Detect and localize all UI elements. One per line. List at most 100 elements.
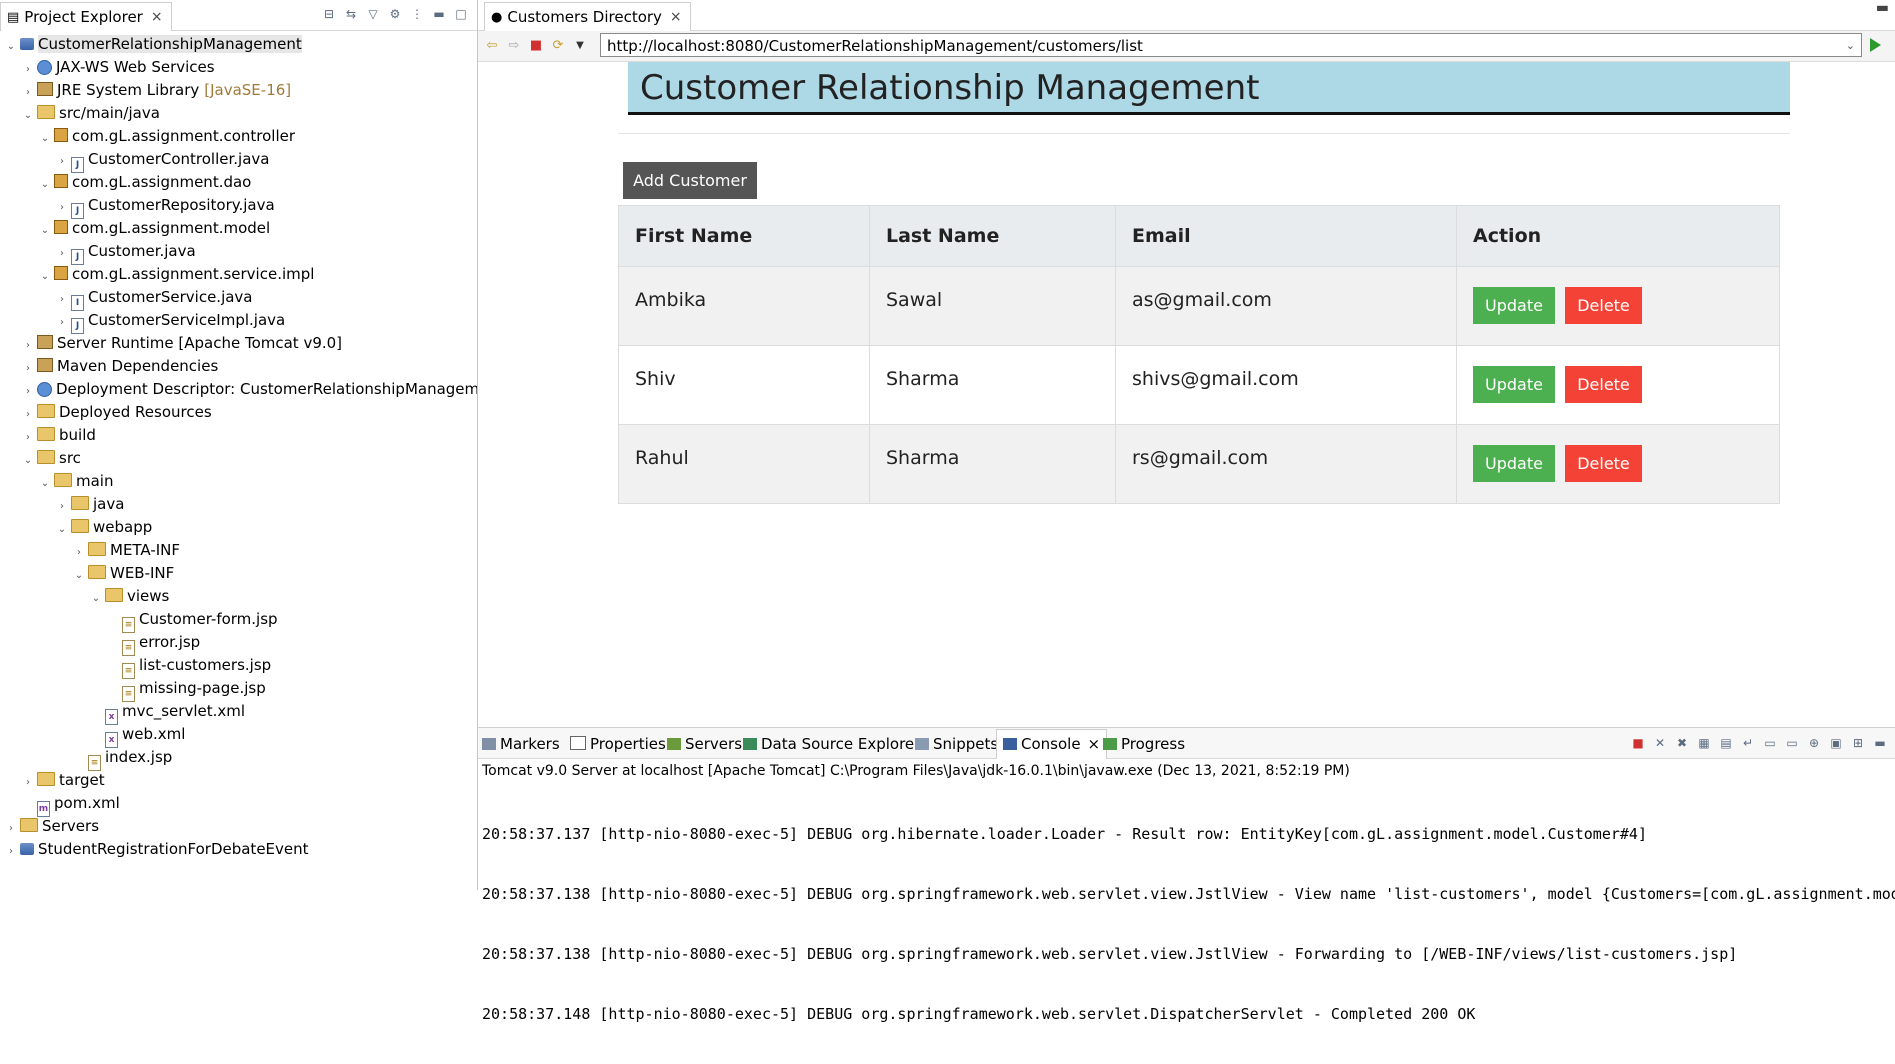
tab-data-source-explorer[interactable]: Data Source Explorer bbox=[743, 733, 920, 755]
chevron-down-icon[interactable]: ⌄ bbox=[72, 564, 86, 587]
chevron-right-icon[interactable]: › bbox=[4, 840, 18, 863]
delete-button[interactable]: Delete bbox=[1565, 445, 1642, 482]
tree-item[interactable]: › JRE System Library [JavaSE-16] bbox=[0, 79, 291, 102]
scroll-lock-icon[interactable]: ▤ bbox=[1717, 736, 1735, 750]
update-button[interactable]: Update bbox=[1473, 445, 1555, 482]
show-stderr-icon[interactable]: ▭ bbox=[1783, 736, 1801, 750]
chevron-down-icon[interactable]: ⌄ bbox=[38, 265, 52, 288]
remove-all-terminated-icon[interactable]: ✖ bbox=[1673, 736, 1691, 750]
tree-item[interactable]: ⌄ CustomerRelationshipManagement bbox=[0, 33, 302, 56]
open-console-icon[interactable]: ⊞ bbox=[1849, 736, 1867, 750]
tree-item[interactable]: › META-INF bbox=[0, 539, 180, 562]
tree-item[interactable]: ≡ list-customers.jsp bbox=[0, 654, 271, 679]
tree-item[interactable]: › Servers bbox=[0, 815, 99, 838]
chevron-down-icon[interactable]: ⌄ bbox=[89, 587, 103, 610]
maximize-icon[interactable]: □ bbox=[453, 6, 469, 22]
forward-icon[interactable]: ⇨ bbox=[506, 38, 522, 54]
tab-properties[interactable]: Properties bbox=[570, 733, 666, 755]
tree-item[interactable]: › Deployment Descriptor: CustomerRelation… bbox=[0, 378, 477, 401]
chevron-down-icon[interactable]: ⌄ bbox=[1846, 34, 1855, 58]
chevron-down-icon[interactable]: ⌄ bbox=[4, 35, 18, 58]
editor-minimize-icon[interactable]: ▬ bbox=[1876, 0, 1889, 16]
tree-item[interactable]: › Deployed Resources bbox=[0, 401, 212, 424]
tab-console[interactable]: Console × bbox=[996, 729, 1108, 759]
tab-servers[interactable]: Servers bbox=[667, 733, 742, 755]
terminate-icon[interactable]: ■ bbox=[1629, 736, 1647, 750]
tree-item[interactable]: › Maven Dependencies bbox=[0, 355, 218, 378]
tree-item[interactable]: ≡ Customer-form.jsp bbox=[0, 608, 278, 633]
display-console-icon[interactable]: ▣ bbox=[1827, 736, 1845, 750]
tab-markers[interactable]: Markers bbox=[482, 733, 560, 755]
stop-icon[interactable]: ■ bbox=[528, 38, 544, 54]
chevron-right-icon[interactable]: › bbox=[21, 357, 35, 380]
tree-item[interactable]: ≡ index.jsp bbox=[0, 746, 172, 771]
chevron-right-icon[interactable]: › bbox=[55, 242, 69, 265]
tree-item[interactable]: › JAX-WS Web Services bbox=[0, 56, 215, 79]
url-input[interactable]: http://localhost:8080/CustomerRelationsh… bbox=[600, 33, 1862, 57]
focus-icon[interactable]: ⚙ bbox=[387, 6, 403, 22]
chevron-right-icon[interactable]: › bbox=[21, 334, 35, 357]
tree-item[interactable]: › J CustomerController.java bbox=[0, 148, 269, 173]
pin-console-icon[interactable]: ⊕ bbox=[1805, 736, 1823, 750]
minimize-icon[interactable]: ▬ bbox=[431, 6, 447, 22]
chevron-down-icon[interactable]: ⌄ bbox=[55, 518, 69, 541]
close-icon[interactable]: × bbox=[670, 9, 682, 25]
history-dropdown-icon[interactable]: ▼ bbox=[572, 38, 588, 54]
tab-project-explorer[interactable]: ▤ Project Explorer × bbox=[0, 2, 172, 31]
tree-item[interactable]: › target bbox=[0, 769, 105, 792]
chevron-down-icon[interactable]: ⌄ bbox=[21, 104, 35, 127]
tree-item[interactable]: › java bbox=[0, 493, 124, 516]
tree-item[interactable]: m pom.xml bbox=[0, 792, 120, 817]
update-button[interactable]: Update bbox=[1473, 366, 1555, 403]
add-customer-button[interactable]: Add Customer bbox=[623, 162, 757, 199]
tree-item[interactable]: › J Customer.java bbox=[0, 240, 196, 265]
delete-button[interactable]: Delete bbox=[1565, 366, 1642, 403]
tree-item[interactable]: x mvc_servlet.xml bbox=[0, 700, 245, 725]
tree-item[interactable]: ⌄ com.gL.assignment.service.impl bbox=[0, 263, 315, 288]
delete-button[interactable]: Delete bbox=[1565, 287, 1642, 324]
tree-item[interactable]: ⌄ webapp bbox=[0, 516, 152, 539]
tree-item[interactable]: › build bbox=[0, 424, 96, 447]
close-icon[interactable]: × bbox=[1088, 735, 1101, 753]
tree-item[interactable]: › Server Runtime [Apache Tomcat v9.0] bbox=[0, 332, 342, 355]
chevron-right-icon[interactable]: › bbox=[72, 541, 86, 564]
chevron-right-icon[interactable]: › bbox=[21, 403, 35, 426]
chevron-right-icon[interactable]: › bbox=[55, 288, 69, 311]
show-stdout-icon[interactable]: ▭ bbox=[1761, 736, 1779, 750]
tree-item[interactable]: ≡ missing-page.jsp bbox=[0, 677, 266, 702]
tree-item[interactable]: › I CustomerService.java bbox=[0, 286, 253, 311]
tree-item[interactable]: ⌄ com.gL.assignment.dao bbox=[0, 171, 252, 196]
go-icon[interactable] bbox=[1870, 38, 1881, 52]
tree-item[interactable]: ⌄ src/main/java bbox=[0, 102, 160, 125]
chevron-right-icon[interactable]: › bbox=[55, 311, 69, 334]
filter-icon[interactable]: ▽ bbox=[365, 6, 381, 22]
back-icon[interactable]: ⇦ bbox=[484, 38, 500, 54]
clear-console-icon[interactable]: ▦ bbox=[1695, 736, 1713, 750]
refresh-icon[interactable]: ⟳ bbox=[550, 38, 566, 54]
tree-item[interactable]: ⌄ src bbox=[0, 447, 81, 470]
tab-snippets[interactable]: Snippets bbox=[915, 733, 998, 755]
tree-item[interactable]: ⌄ com.gL.assignment.model bbox=[0, 217, 270, 240]
chevron-right-icon[interactable]: › bbox=[4, 817, 18, 840]
chevron-right-icon[interactable]: › bbox=[21, 58, 35, 81]
tree-item[interactable]: ≡ error.jsp bbox=[0, 631, 200, 656]
tab-customers-directory[interactable]: ● Customers Directory × bbox=[484, 2, 691, 31]
tree-item[interactable]: › StudentRegistrationForDebateEvent bbox=[0, 838, 309, 861]
link-with-editor-icon[interactable]: ⇆ bbox=[343, 6, 359, 22]
close-icon[interactable]: × bbox=[151, 9, 163, 25]
tree-item[interactable]: › J CustomerRepository.java bbox=[0, 194, 275, 219]
chevron-right-icon[interactable]: › bbox=[55, 150, 69, 173]
tree-item[interactable]: › J CustomerServiceImpl.java bbox=[0, 309, 285, 334]
view-menu-icon[interactable]: ⋮ bbox=[409, 6, 425, 22]
chevron-right-icon[interactable]: › bbox=[21, 81, 35, 104]
chevron-down-icon[interactable]: ⌄ bbox=[38, 219, 52, 242]
collapse-all-icon[interactable]: ⊟ bbox=[321, 6, 337, 22]
tree-item[interactable]: ⌄ main bbox=[0, 470, 114, 493]
view-minimize-icon[interactable]: ▬ bbox=[1871, 736, 1889, 750]
chevron-right-icon[interactable]: › bbox=[21, 771, 35, 794]
tree-item[interactable]: ⌄ views bbox=[0, 585, 170, 610]
chevron-down-icon[interactable]: ⌄ bbox=[38, 173, 52, 196]
word-wrap-icon[interactable]: ↵ bbox=[1739, 736, 1757, 750]
tree-item[interactable]: ⌄ com.gL.assignment.controller bbox=[0, 125, 295, 148]
chevron-down-icon[interactable]: ⌄ bbox=[21, 449, 35, 472]
